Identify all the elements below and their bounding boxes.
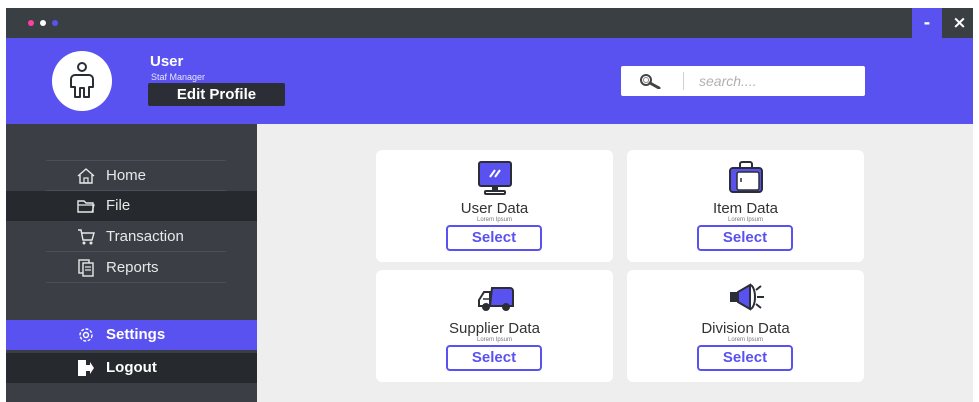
sidebar-item-logout[interactable]: Logout xyxy=(6,353,257,383)
card-title: Item Data xyxy=(712,200,779,217)
user-role: Staf Manager xyxy=(151,72,206,82)
search-icon[interactable] xyxy=(639,73,661,89)
select-button[interactable]: Select xyxy=(446,225,542,251)
sidebar-item-label: Home xyxy=(106,167,147,184)
search-separator xyxy=(683,72,684,90)
monitor-icon xyxy=(478,161,512,195)
card-subtitle: Lorem Ipsum xyxy=(727,337,763,343)
home-icon xyxy=(77,168,95,184)
search-box xyxy=(621,66,865,96)
select-button[interactable]: Select xyxy=(697,225,793,251)
briefcase-icon xyxy=(729,161,763,193)
sidebar-item-label: File xyxy=(106,197,131,214)
window-dot-white[interactable] xyxy=(40,20,46,26)
sidebar-item-label: Transaction xyxy=(106,228,184,245)
settings-label: Settings xyxy=(106,326,166,343)
reports-icon xyxy=(78,259,94,277)
window-dot-blue[interactable] xyxy=(52,20,58,26)
folder-icon xyxy=(77,200,95,213)
app-window: - × User Staf Manager Edit Profile searc… xyxy=(6,8,973,402)
select-button[interactable]: Select xyxy=(697,345,793,371)
card-subtitle: Lorem Ipsum xyxy=(476,217,512,223)
sidebar-item-transaction[interactable]: Transaction xyxy=(46,222,226,252)
card-title: Supplier Data xyxy=(449,320,540,337)
select-button[interactable]: Select xyxy=(446,345,542,371)
gear-icon xyxy=(79,328,93,342)
title-bar: - × xyxy=(6,8,973,38)
user-name: User xyxy=(150,53,184,70)
truck-icon xyxy=(478,287,514,311)
sidebar-item-home[interactable]: Home xyxy=(46,161,226,191)
sidebar-item-settings[interactable]: Settings xyxy=(6,320,257,350)
avatar[interactable] xyxy=(52,51,112,111)
card-title: Division Data xyxy=(701,320,790,337)
card-user-data: User Data Lorem Ipsum Select xyxy=(376,150,613,262)
edit-profile-button[interactable]: Edit Profile xyxy=(148,83,285,106)
card-supplier-data: Supplier Data Lorem Ipsum Select xyxy=(376,270,613,382)
sidebar: Home File Transaction Reports Settings L… xyxy=(6,124,257,402)
sidebar-item-label: Reports xyxy=(106,259,159,276)
sidebar-item-reports[interactable]: Reports xyxy=(46,253,226,283)
logout-label: Logout xyxy=(106,359,157,376)
cart-icon xyxy=(78,229,95,245)
logout-icon xyxy=(78,360,94,376)
megaphone-icon xyxy=(730,283,764,311)
window-dot-pink[interactable] xyxy=(28,20,34,26)
card-subtitle: Lorem Ipsum xyxy=(727,217,763,223)
user-icon xyxy=(70,62,94,98)
sidebar-item-file[interactable]: File xyxy=(6,191,257,221)
minimize-button[interactable]: - xyxy=(912,8,942,38)
search-input[interactable] xyxy=(699,70,849,92)
card-subtitle: Lorem Ipsum xyxy=(476,337,512,343)
card-division-data: Division Data Lorem Ipsum Select xyxy=(627,270,864,382)
header: User Staf Manager Edit Profile xyxy=(6,38,973,124)
close-button[interactable]: × xyxy=(946,8,973,38)
card-item-data: Item Data Lorem Ipsum Select xyxy=(627,150,864,262)
card-title: User Data xyxy=(460,200,529,217)
